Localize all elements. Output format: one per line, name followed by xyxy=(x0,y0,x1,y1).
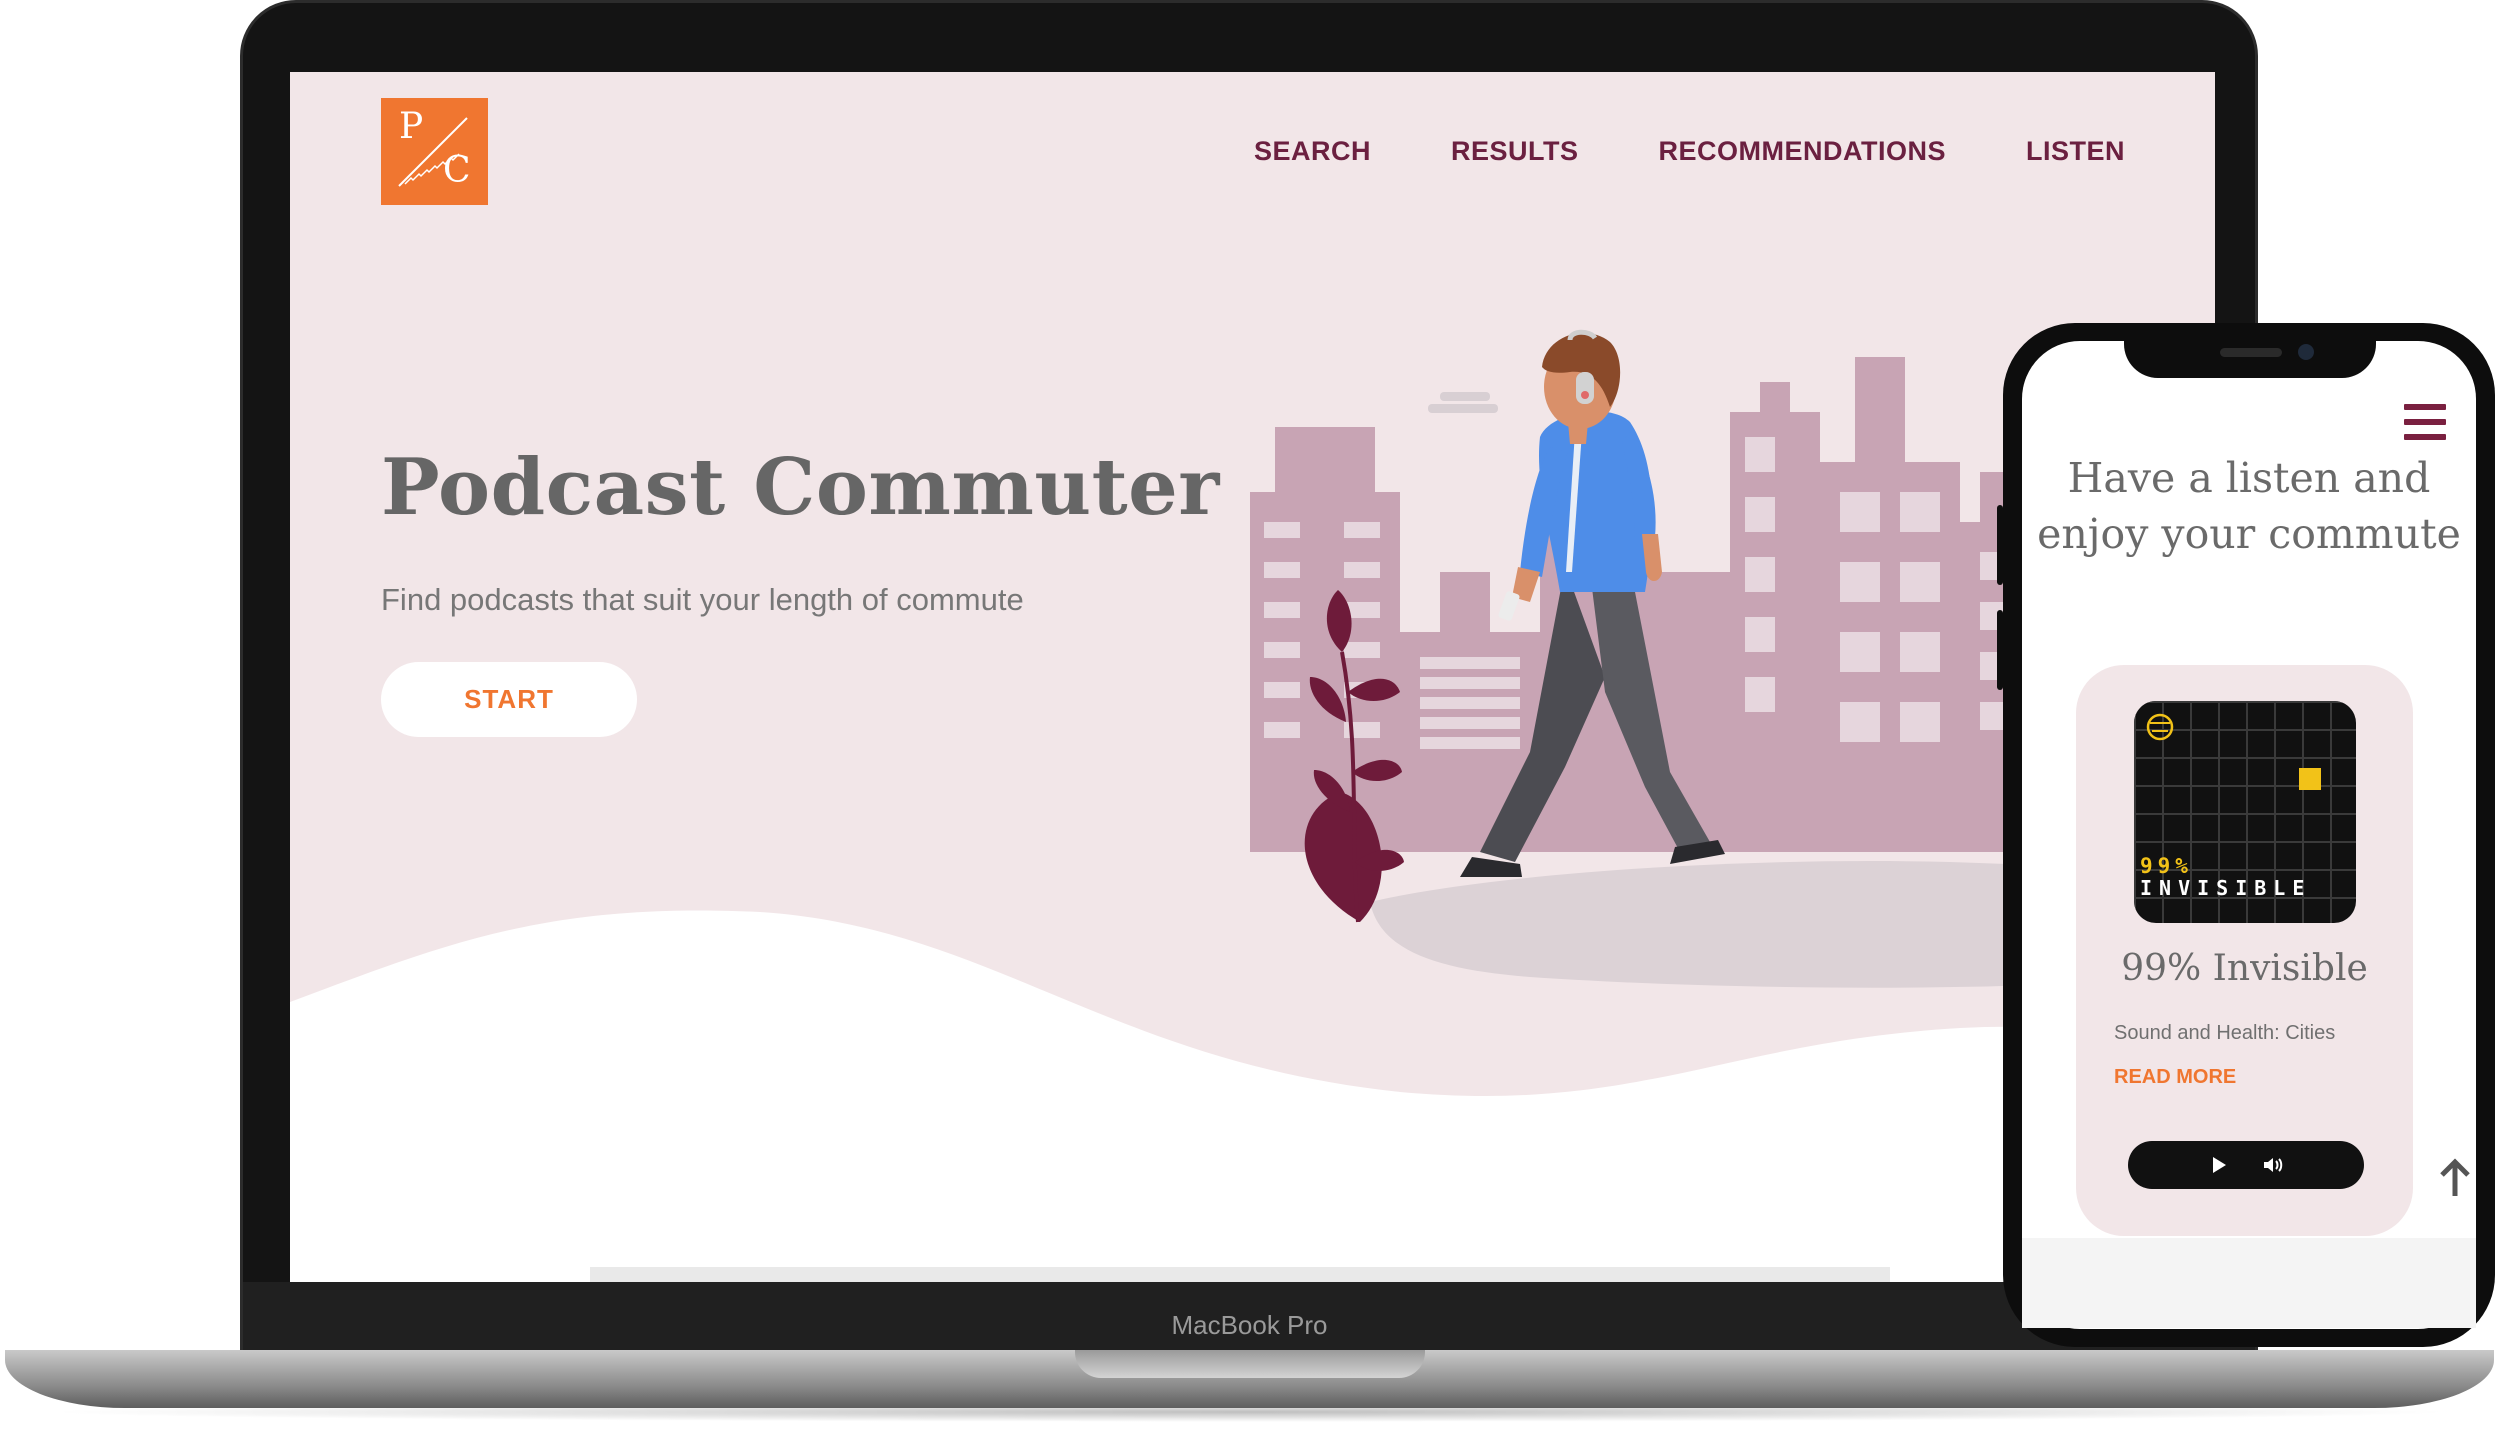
read-more-link[interactable]: READ MORE xyxy=(2114,1066,2236,1089)
artwork-word-text: INVISIBLE xyxy=(2140,876,2312,900)
hamburger-menu-icon[interactable] xyxy=(2404,404,2446,444)
hero-title: Podcast Commuter xyxy=(381,442,1220,533)
phone-footer-area xyxy=(2022,1238,2476,1328)
laptop-screen: P C SEARCH RESULTS RECOMMENDATIONS LISTE… xyxy=(290,72,2215,1282)
logo[interactable]: P C xyxy=(381,98,488,205)
artwork-logo-icon xyxy=(2146,713,2174,741)
artwork-yellow-square xyxy=(2299,768,2321,790)
audio-player[interactable] xyxy=(2128,1141,2364,1189)
podcast-episode: Sound and Health: Cities xyxy=(2114,1022,2336,1044)
artwork-percent-text: 99% xyxy=(2140,854,2193,878)
laptop-notch xyxy=(1075,1350,1425,1378)
phone-speaker xyxy=(2220,348,2282,357)
main-nav: SEARCH RESULTS RECOMMENDATIONS LISTEN xyxy=(1254,136,2125,167)
menu-bar xyxy=(2404,434,2446,440)
nav-search[interactable]: SEARCH xyxy=(1254,136,1371,167)
arrow-up-icon[interactable] xyxy=(2438,1158,2472,1198)
nav-recommendations[interactable]: RECOMMENDATIONS xyxy=(1658,136,1946,167)
hero-subtitle: Find podcasts that suit your length of c… xyxy=(381,582,1024,617)
podcast-artwork[interactable]: 99% INVISIBLE xyxy=(2134,701,2356,923)
play-icon[interactable] xyxy=(2210,1156,2228,1174)
logo-slash-icon xyxy=(398,117,468,187)
nav-listen[interactable]: LISTEN xyxy=(2026,136,2125,167)
podcast-title: 99% Invisible xyxy=(2121,948,2368,989)
phone-heading: Have a listen and enjoy your commute xyxy=(2037,454,2461,558)
volume-icon[interactable] xyxy=(2262,1155,2284,1175)
phone-camera xyxy=(2298,344,2314,360)
nav-results[interactable]: RESULTS xyxy=(1451,136,1579,167)
logo-letter-c: C xyxy=(443,150,471,191)
menu-bar xyxy=(2404,404,2446,410)
menu-bar xyxy=(2404,419,2446,425)
start-button[interactable]: START xyxy=(381,662,637,737)
